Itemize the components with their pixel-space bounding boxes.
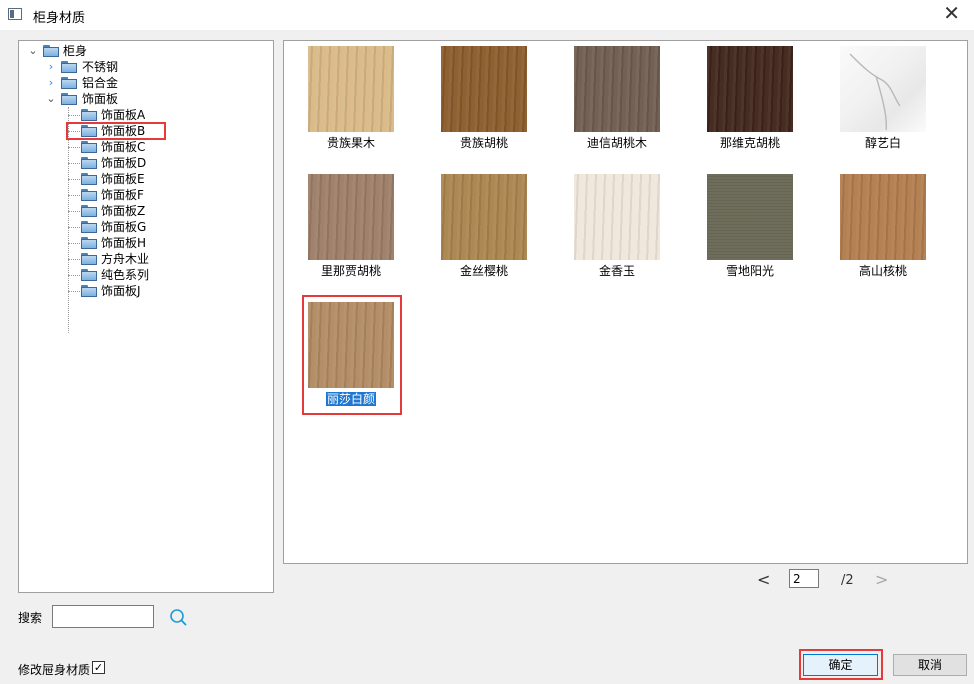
- folder-icon: [43, 45, 59, 57]
- material-name[interactable]: 金丝樱桃: [424, 262, 544, 279]
- cancel-button[interactable]: 取消: [893, 654, 967, 676]
- material-name-text: 高山核桃: [858, 264, 907, 278]
- tree-line: [68, 227, 80, 228]
- folder-icon: [61, 77, 77, 89]
- folder-icon: [81, 221, 97, 233]
- search-input[interactable]: [52, 605, 154, 628]
- tree-line: [68, 275, 80, 276]
- material-name-text: 那维克胡桃: [719, 136, 780, 150]
- material-name-text: 雪地阳光: [725, 264, 774, 278]
- folder-icon: [81, 189, 97, 201]
- window-title: 柜身材质: [33, 11, 86, 26]
- folder-icon: [81, 269, 97, 281]
- tree-line: [68, 195, 80, 196]
- material-swatch[interactable]: [308, 46, 394, 132]
- search-icon[interactable]: [169, 608, 187, 626]
- tree-line: [68, 259, 80, 260]
- prev-page-button[interactable]: <: [757, 570, 770, 589]
- title-bar: 柜身材质 ✕: [0, 0, 974, 30]
- next-page-button[interactable]: >: [875, 570, 888, 589]
- material-name-text: 贵族果木: [326, 136, 375, 150]
- material-swatch[interactable]: [707, 46, 793, 132]
- modify-drawer-material-checkbox[interactable]: ✓: [92, 661, 105, 674]
- tree-line: [68, 291, 80, 292]
- material-name-text: 贵族胡桃: [459, 136, 508, 150]
- tree-label: 饰面板E: [101, 172, 145, 186]
- tree-selection-highlight: [66, 122, 166, 140]
- chevron-down-icon[interactable]: ⌄: [45, 91, 57, 107]
- window-icon: [8, 8, 22, 20]
- folder-icon: [61, 93, 77, 105]
- folder-icon: [61, 61, 77, 73]
- folder-icon: [81, 253, 97, 265]
- tree-label: 饰面板J: [101, 284, 141, 298]
- tree-label: 饰面板F: [101, 188, 144, 202]
- material-name-text: 金丝樱桃: [459, 264, 508, 278]
- tree-label: 饰面板: [82, 92, 119, 106]
- material-name[interactable]: 金香玉: [557, 262, 677, 279]
- tree-label: 饰面板H: [101, 236, 147, 250]
- material-name-text: 迪信胡桃木: [586, 136, 647, 150]
- page-total: /2: [841, 573, 854, 588]
- search-label: 搜索: [18, 611, 43, 625]
- tree-line: [68, 147, 80, 148]
- tree-label: 饰面板A: [101, 108, 146, 122]
- material-swatch[interactable]: [441, 174, 527, 260]
- material-name[interactable]: 那维克胡桃: [690, 134, 810, 151]
- tree-label: 纯色系列: [101, 268, 150, 282]
- material-name-text: 醇艺白: [864, 136, 901, 150]
- checkmark-icon: ✓: [93, 661, 104, 674]
- close-icon[interactable]: ✕: [943, 3, 960, 23]
- material-name[interactable]: 雪地阳光: [690, 262, 810, 279]
- material-name[interactable]: 里那贾胡桃: [291, 262, 411, 279]
- material-swatch[interactable]: [441, 46, 527, 132]
- chevron-right-icon[interactable]: ›: [45, 59, 57, 75]
- folder-icon: [81, 237, 97, 249]
- tree-label: 方舟木业: [101, 252, 150, 266]
- folder-icon: [81, 109, 97, 121]
- tree-label: 饰面板D: [101, 156, 147, 170]
- tree-line: [68, 179, 80, 180]
- folder-icon: [81, 173, 97, 185]
- material-swatch[interactable]: [840, 46, 926, 132]
- material-swatch[interactable]: [574, 174, 660, 260]
- material-name[interactable]: 迪信胡桃木: [557, 134, 677, 151]
- ok-button[interactable]: 确定: [803, 654, 878, 676]
- material-swatch[interactable]: [574, 46, 660, 132]
- modify-drawer-material-label: 修改屉身材质: [18, 663, 91, 677]
- tree-line: [68, 163, 80, 164]
- tree-line: [68, 211, 80, 212]
- tree-line: [68, 243, 80, 244]
- material-name[interactable]: 贵族胡桃: [424, 134, 544, 151]
- material-grid[interactable]: 贵族果木 贵族胡桃 迪信胡桃木 那维克胡桃 醇艺白里那贾胡桃 金丝樱桃 金香玉 雪地阳光 高山核…: [283, 40, 968, 564]
- tree-label: 柜身: [63, 44, 88, 58]
- material-name[interactable]: 醇艺白: [823, 134, 943, 151]
- folder-icon: [81, 285, 97, 297]
- tree-label: 饰面板G: [101, 220, 147, 234]
- folder-icon: [81, 157, 97, 169]
- tree-line: [68, 107, 69, 333]
- folder-icon: [81, 205, 97, 217]
- material-name-text: 里那贾胡桃: [320, 264, 381, 278]
- tree-label: 铝合金: [82, 76, 119, 90]
- pager: < /2 >: [283, 566, 968, 594]
- item-selection-highlight: [302, 295, 402, 415]
- material-swatch[interactable]: [840, 174, 926, 260]
- material-swatch[interactable]: [707, 174, 793, 260]
- tree-line: [68, 115, 80, 116]
- folder-icon: [81, 141, 97, 153]
- tree-label: 不锈钢: [82, 60, 119, 74]
- material-swatch[interactable]: [308, 174, 394, 260]
- tree-label: 饰面板C: [101, 140, 146, 154]
- material-name[interactable]: 高山核桃: [823, 262, 943, 279]
- tree-label: 饰面板Z: [101, 204, 146, 218]
- page-number-input[interactable]: [789, 569, 819, 588]
- material-name[interactable]: 贵族果木: [291, 134, 411, 151]
- chevron-down-icon[interactable]: ⌄: [27, 43, 39, 59]
- chevron-right-icon[interactable]: ›: [45, 75, 57, 91]
- material-name-text: 金香玉: [598, 264, 635, 278]
